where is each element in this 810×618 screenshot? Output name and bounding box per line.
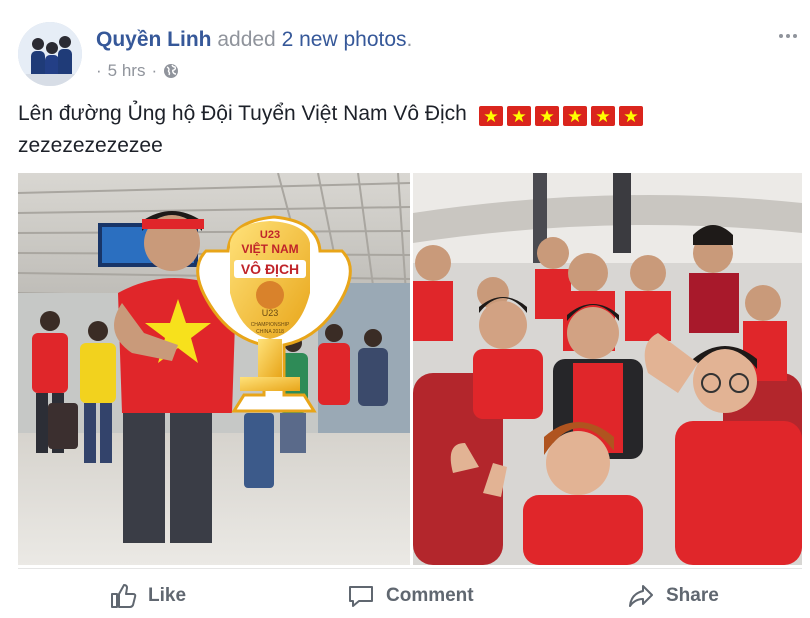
more-options-icon[interactable]: [774, 26, 802, 46]
message-line-2: zezezezezezee: [18, 134, 163, 157]
like-button[interactable]: Like: [108, 576, 186, 616]
author-avatar[interactable]: [18, 22, 82, 86]
post-meta: · 5 hrs ·: [96, 60, 179, 82]
vietnam-flag-icon: [478, 106, 503, 126]
facebook-post: Quyền Linh added 2 new photos. · 5 hrs ·…: [0, 0, 810, 618]
comment-button[interactable]: Comment: [346, 576, 474, 616]
share-button[interactable]: Share: [626, 576, 719, 616]
vietnam-flag-icon: [534, 106, 559, 126]
author-name[interactable]: Quyền Linh: [96, 28, 212, 51]
vietnam-flag-icon: [562, 106, 587, 126]
speech-bubble-icon: [349, 586, 373, 607]
airplane-group-photo[interactable]: [413, 173, 802, 565]
meta-separator: ·: [96, 61, 102, 80]
vietnam-flag-icon: [506, 106, 531, 126]
meta-separator: ·: [151, 61, 158, 80]
photos-link[interactable]: 2 new photos: [282, 28, 407, 51]
comment-label: Comment: [386, 585, 474, 606]
sign-line-2: VIỆT NAM: [241, 241, 298, 256]
action-text: added: [217, 28, 276, 51]
globe-icon[interactable]: [163, 63, 179, 79]
post-message: Lên đường Ủng hộ Đội Tuyển Việt Nam Vô Đ…: [18, 98, 798, 162]
like-label: Like: [148, 585, 187, 606]
vietnam-flag-icon: [590, 106, 615, 126]
message-line-1: Lên đường Ủng hộ Đội Tuyển Việt Nam Vô Đ…: [18, 102, 467, 125]
flag-emoji-group: [478, 106, 643, 126]
post-timestamp[interactable]: 5 hrs: [108, 60, 146, 82]
sign-line-1: U23: [260, 229, 280, 241]
sign-small-1: U23: [262, 308, 279, 318]
post-headline: Quyền Linh added 2 new photos.: [96, 27, 412, 53]
headline-period: .: [406, 28, 413, 51]
thumbs-up-icon: [111, 584, 137, 608]
vietnam-flag-icon: [618, 106, 643, 126]
sign-small-2: CHAMPIONSHIP: [251, 322, 290, 328]
action-bar-divider: [18, 568, 802, 569]
airport-photo[interactable]: U23 VIỆT NAM VÔ ĐỊCH U23 CHAMPIONSHIP CH…: [18, 173, 410, 565]
sign-small-3: CHINA 2018: [256, 329, 284, 335]
share-label: Share: [666, 585, 719, 606]
share-arrow-icon: [629, 585, 653, 607]
sign-line-3: VÔ ĐỊCH: [241, 260, 299, 277]
